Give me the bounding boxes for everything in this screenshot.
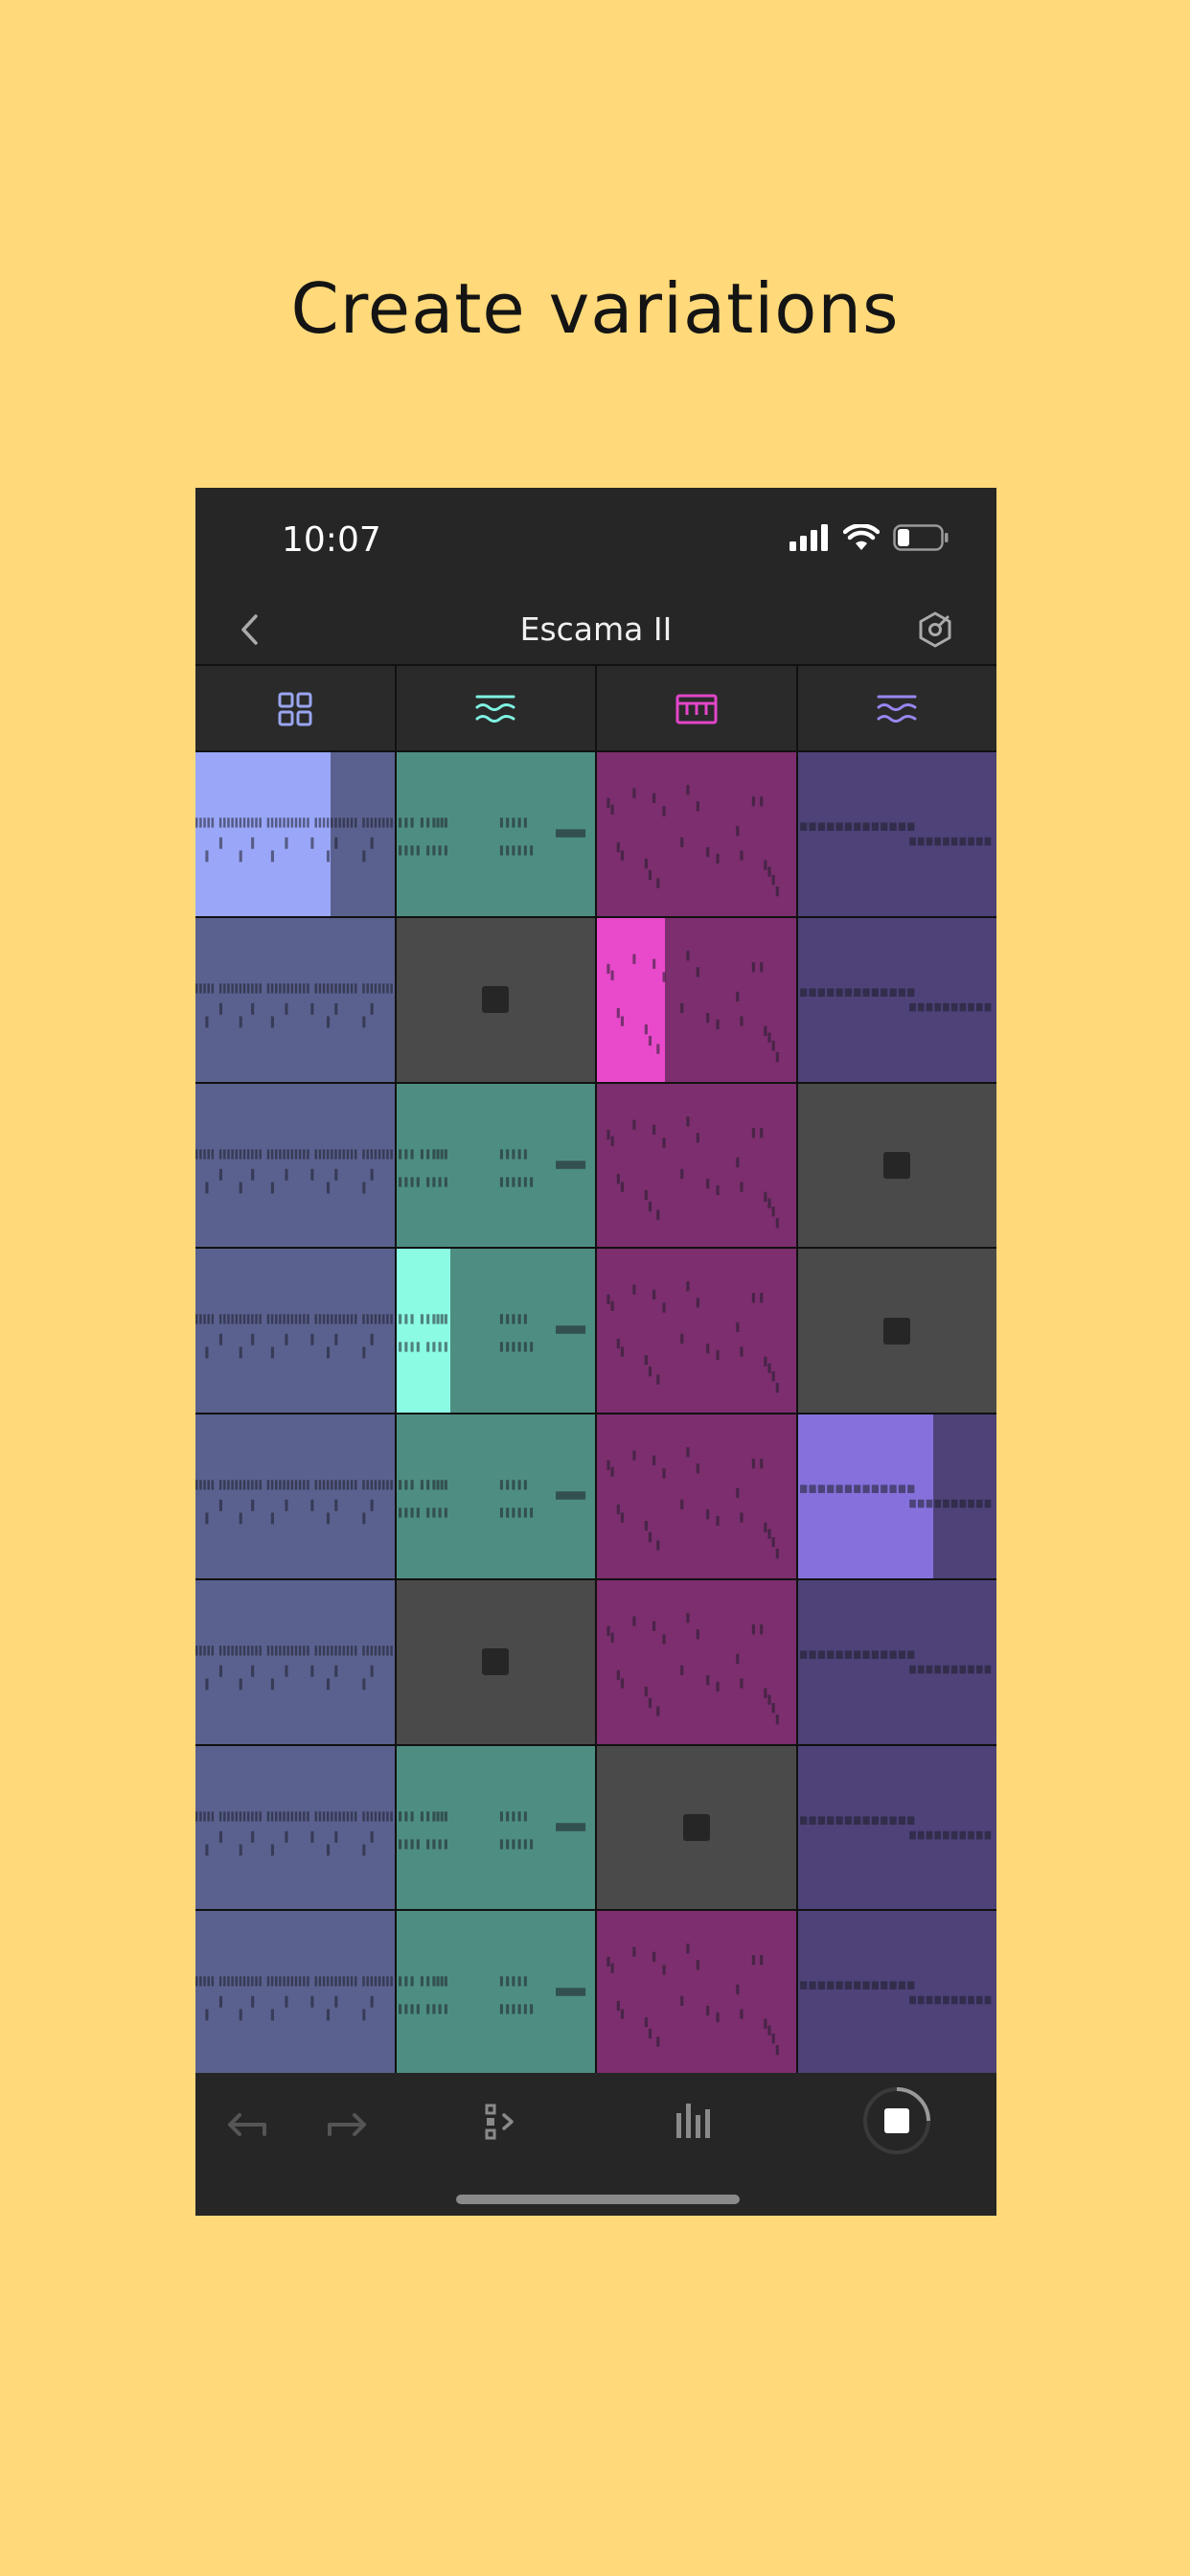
clip-pattern — [799, 1815, 991, 1839]
tab-track-2[interactable] — [397, 666, 597, 752]
stop-square-icon — [682, 1813, 710, 1841]
undo-button[interactable] — [220, 2094, 274, 2152]
clip[interactable] — [396, 1911, 595, 2075]
clip-pattern — [195, 1314, 393, 1359]
clip-pattern — [195, 1148, 393, 1193]
clip-pattern — [195, 1976, 393, 2021]
stop-square-icon — [482, 1648, 510, 1676]
stop-square-icon — [883, 1151, 911, 1179]
stop-slot[interactable] — [597, 1745, 796, 1910]
clip[interactable] — [597, 1579, 796, 1744]
clip[interactable] — [195, 1579, 395, 1744]
clip[interactable] — [797, 1579, 996, 1744]
clip-pattern — [398, 817, 585, 856]
wave-layers-icon — [877, 695, 917, 723]
status-time: 10:07 — [282, 520, 381, 560]
clip-playing[interactable] — [597, 917, 796, 1082]
stop-slot[interactable] — [797, 1249, 996, 1413]
keyboard-icon — [675, 694, 718, 724]
clip[interactable] — [396, 1083, 595, 1248]
stop-all-button[interactable] — [860, 2084, 933, 2162]
stop-icon — [863, 2087, 930, 2154]
tab-track-3[interactable] — [597, 666, 798, 752]
clip-playing[interactable] — [396, 1249, 595, 1413]
clip-pattern — [195, 1810, 393, 1855]
clip-pattern — [799, 1484, 991, 1508]
settings-hex-icon — [919, 611, 951, 648]
mixer-icon — [676, 2104, 710, 2138]
battery-icon — [893, 524, 949, 551]
home-indicator — [456, 2195, 740, 2204]
clip-pattern — [606, 1447, 779, 1559]
redo-button[interactable] — [320, 2094, 374, 2152]
tab-track-4[interactable] — [798, 666, 997, 752]
clip-pattern — [195, 1645, 393, 1690]
clip-pattern — [195, 1480, 393, 1525]
clip-pattern — [606, 950, 779, 1063]
nav-bar: Escama II — [195, 593, 996, 665]
track-tabs — [195, 664, 996, 752]
clip-pattern — [606, 1281, 779, 1393]
clip[interactable] — [597, 1249, 796, 1413]
clip-pattern — [799, 1650, 991, 1674]
clip-pattern — [606, 1116, 779, 1228]
clip-pattern — [606, 1944, 779, 2056]
clip-pattern — [398, 1148, 585, 1187]
clip[interactable] — [195, 917, 395, 1082]
undo-icon — [228, 2113, 266, 2136]
clip[interactable] — [195, 1083, 395, 1248]
clip-pattern — [398, 1480, 585, 1518]
clip[interactable] — [396, 1414, 595, 1578]
wave-layers-icon — [475, 695, 515, 723]
stop-square-icon — [883, 1317, 911, 1345]
clip[interactable] — [597, 1911, 796, 2075]
phone-screen: 10:07 Escama II — [195, 488, 996, 2216]
clip-playing[interactable] — [195, 752, 395, 916]
clip-pattern — [398, 1810, 585, 1850]
clip-pattern — [195, 983, 393, 1028]
clip[interactable] — [195, 1249, 395, 1413]
settings-button[interactable] — [916, 610, 954, 654]
clip-playing[interactable] — [797, 1414, 996, 1578]
clip-pattern — [799, 988, 991, 1012]
stop-slot[interactable] — [797, 1083, 996, 1248]
grid-icon — [278, 692, 312, 726]
clip[interactable] — [396, 1745, 595, 1910]
clip[interactable] — [797, 1745, 996, 1910]
stop-square-icon — [482, 986, 510, 1014]
bottom-toolbar — [195, 2073, 996, 2216]
scene-list-icon — [485, 2104, 514, 2140]
clip[interactable] — [797, 917, 996, 1082]
scenes-button[interactable] — [473, 2094, 527, 2152]
status-icons — [790, 524, 949, 551]
clip[interactable] — [797, 752, 996, 916]
tab-scenes[interactable] — [195, 666, 397, 752]
stop-slot[interactable] — [396, 917, 595, 1082]
clip-pattern — [799, 1981, 991, 2005]
mixer-button[interactable] — [667, 2094, 721, 2152]
clip-pattern — [398, 1976, 585, 2014]
project-title: Escama II — [519, 610, 673, 648]
clip[interactable] — [597, 1414, 796, 1578]
clip-grid — [195, 750, 996, 2075]
redo-icon — [328, 2113, 366, 2136]
wifi-icon — [843, 524, 880, 550]
clip-pattern — [606, 1612, 779, 1725]
clip[interactable] — [195, 1745, 395, 1910]
stop-slot[interactable] — [396, 1579, 595, 1744]
headline: Create variations — [290, 268, 900, 349]
clip-pattern — [606, 785, 779, 897]
clip[interactable] — [797, 1911, 996, 2075]
clip[interactable] — [195, 1414, 395, 1578]
clip[interactable] — [597, 1083, 796, 1248]
status-bar: 10:07 — [195, 488, 996, 593]
signal-icon — [790, 524, 828, 551]
clip[interactable] — [396, 752, 595, 916]
clip-pattern — [799, 822, 991, 846]
clip[interactable] — [195, 1911, 395, 2075]
clip[interactable] — [597, 752, 796, 916]
clip-pattern — [195, 817, 393, 862]
clip-pattern — [398, 1314, 585, 1352]
